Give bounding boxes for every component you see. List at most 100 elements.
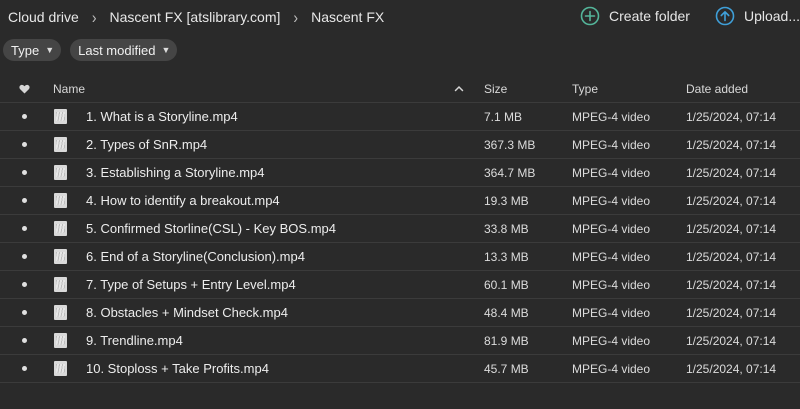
video-thumbnail-icon — [54, 159, 67, 186]
file-table: Name Size Type Date added 1. What is a S… — [0, 75, 800, 383]
type-filter-label: Type — [11, 42, 40, 58]
file-name: 6. End of a Storyline(Conclusion).mp4 — [86, 249, 305, 264]
chevron-right-icon: › — [91, 7, 97, 27]
chevron-down-icon: ▼ — [161, 45, 171, 55]
file-name: 1. What is a Storyline.mp4 — [86, 109, 238, 124]
table-row[interactable]: 10. Stoploss + Take Profits.mp4 45.7 MB MP… — [0, 355, 800, 383]
table-row[interactable]: 8. Obstacles + Mindset Check.mp4 48.4 MB M… — [0, 299, 800, 327]
video-thumbnail-icon — [54, 271, 67, 298]
file-size: 367.3 MB — [484, 137, 536, 152]
file-date-added: 1/25/2024, 07:14 — [686, 193, 777, 208]
file-size: 13.3 MB — [484, 249, 529, 264]
create-folder-button[interactable]: Create folder — [580, 6, 690, 26]
create-folder-label: Create folder — [609, 8, 690, 24]
file-date-added: 1/25/2024, 07:14 — [686, 249, 777, 264]
table-row[interactable]: 7. Type of Setups + Entry Level.mp4 60.1 … — [0, 271, 800, 299]
table-row[interactable]: 6. End of a Storyline(Conclusion).mp4 13.… — [0, 243, 800, 271]
breadcrumb-item-current-folder[interactable]: Nascent FX — [311, 9, 384, 25]
file-name: 10. Stoploss + Take Profits.mp4 — [86, 361, 269, 376]
file-size: 60.1 MB — [484, 277, 529, 292]
file-name: 4. How to identify a breakout.mp4 — [86, 193, 280, 208]
file-type: MPEG-4 video — [572, 333, 651, 348]
video-thumbnail-icon — [54, 243, 67, 270]
breadcrumb-item-parent-folder[interactable]: Nascent FX [atslibrary.com] — [110, 9, 281, 25]
column-header-size[interactable]: Size — [484, 75, 507, 102]
file-name: 2. Types of SnR.mp4 — [86, 137, 208, 152]
row-dot-indicator — [18, 299, 30, 326]
row-dot-indicator — [18, 187, 30, 214]
row-dot-indicator — [18, 215, 30, 242]
file-date-added: 1/25/2024, 07:14 — [686, 305, 777, 320]
file-date-added: 1/25/2024, 07:14 — [686, 277, 777, 292]
row-dot-indicator — [18, 327, 30, 354]
file-type: MPEG-4 video — [572, 249, 651, 264]
type-filter-dropdown[interactable]: Type ▼ — [3, 39, 62, 61]
top-bar: Cloud drive › Nascent FX [atslibrary.com… — [0, 0, 800, 36]
file-type: MPEG-4 video — [572, 193, 651, 208]
row-dot-indicator — [18, 131, 30, 158]
last-modified-filter-dropdown[interactable]: Last modified ▼ — [70, 39, 178, 61]
file-list: 1. What is a Storyline.mp4 7.1 MB MPEG-4 v… — [0, 103, 800, 383]
file-name: 7. Type of Setups + Entry Level.mp4 — [86, 277, 296, 292]
file-name: 9. Trendline.mp4 — [86, 333, 183, 348]
table-row[interactable]: 2. Types of SnR.mp4 367.3 MB MPEG-4 video 1… — [0, 131, 800, 159]
column-header-name[interactable]: Name — [53, 75, 85, 102]
table-row[interactable]: 1. What is a Storyline.mp4 7.1 MB MPEG-4 v… — [0, 103, 800, 131]
file-size: 48.4 MB — [484, 305, 529, 320]
video-thumbnail-icon — [54, 131, 67, 158]
file-date-added: 1/25/2024, 07:14 — [686, 165, 777, 180]
file-size: 33.8 MB — [484, 221, 529, 236]
favourite-heart-icon[interactable] — [18, 75, 30, 102]
upload-arrow-icon — [715, 6, 735, 26]
file-size: 7.1 MB — [484, 109, 523, 124]
file-date-added: 1/25/2024, 07:14 — [686, 137, 777, 152]
table-header: Name Size Type Date added — [0, 75, 800, 103]
breadcrumb-item-cloud-drive[interactable]: Cloud drive — [8, 9, 79, 25]
file-name: 8. Obstacles + Mindset Check.mp4 — [86, 305, 288, 320]
file-name: 5. Confirmed Storline(CSL) - Key BOS.mp4 — [86, 221, 336, 236]
filter-bar: Type ▼ Last modified ▼ — [3, 39, 186, 61]
upload-button[interactable]: Upload... — [715, 6, 800, 26]
column-header-type[interactable]: Type — [572, 75, 598, 102]
video-thumbnail-icon — [54, 187, 67, 214]
column-header-date-added[interactable]: Date added — [686, 75, 748, 102]
table-row[interactable]: 9. Trendline.mp4 81.9 MB MPEG-4 video 1/25/… — [0, 327, 800, 355]
row-dot-indicator — [18, 103, 30, 130]
file-date-added: 1/25/2024, 07:14 — [686, 109, 777, 124]
file-type: MPEG-4 video — [572, 361, 651, 376]
row-dot-indicator — [18, 271, 30, 298]
file-type: MPEG-4 video — [572, 221, 651, 236]
video-thumbnail-icon — [54, 299, 67, 326]
file-type: MPEG-4 video — [572, 305, 651, 320]
upload-label: Upload... — [743, 8, 800, 24]
chevron-down-icon: ▼ — [45, 45, 55, 55]
table-row[interactable]: 4. How to identify a breakout.mp4 19.3 MB… — [0, 187, 800, 215]
plus-circle-icon — [580, 6, 600, 26]
file-date-added: 1/25/2024, 07:14 — [686, 333, 777, 348]
file-size: 19.3 MB — [484, 193, 529, 208]
last-modified-filter-label: Last modified — [78, 42, 156, 58]
file-date-added: 1/25/2024, 07:14 — [686, 221, 777, 236]
sort-ascending-icon[interactable] — [454, 75, 464, 102]
header-actions: Create folder Upload... — [580, 6, 800, 26]
breadcrumb: Cloud drive › Nascent FX [atslibrary.com… — [8, 7, 384, 27]
row-dot-indicator — [18, 355, 30, 382]
file-name: 3. Establishing a Storyline.mp4 — [86, 165, 265, 180]
file-size: 364.7 MB — [484, 165, 536, 180]
video-thumbnail-icon — [54, 103, 67, 130]
file-size: 45.7 MB — [484, 361, 529, 376]
file-type: MPEG-4 video — [572, 165, 651, 180]
file-date-added: 1/25/2024, 07:14 — [686, 361, 777, 376]
video-thumbnail-icon — [54, 327, 67, 354]
chevron-right-icon: › — [293, 7, 299, 27]
file-type: MPEG-4 video — [572, 109, 651, 124]
file-type: MPEG-4 video — [572, 137, 651, 152]
row-dot-indicator — [18, 159, 30, 186]
table-row[interactable]: 3. Establishing a Storyline.mp4 364.7 MB M… — [0, 159, 800, 187]
video-thumbnail-icon — [54, 215, 67, 242]
file-type: MPEG-4 video — [572, 277, 651, 292]
row-dot-indicator — [18, 243, 30, 270]
table-row[interactable]: 5. Confirmed Storline(CSL) - Key BOS.mp4… — [0, 215, 800, 243]
video-thumbnail-icon — [54, 355, 67, 382]
file-size: 81.9 MB — [484, 333, 529, 348]
